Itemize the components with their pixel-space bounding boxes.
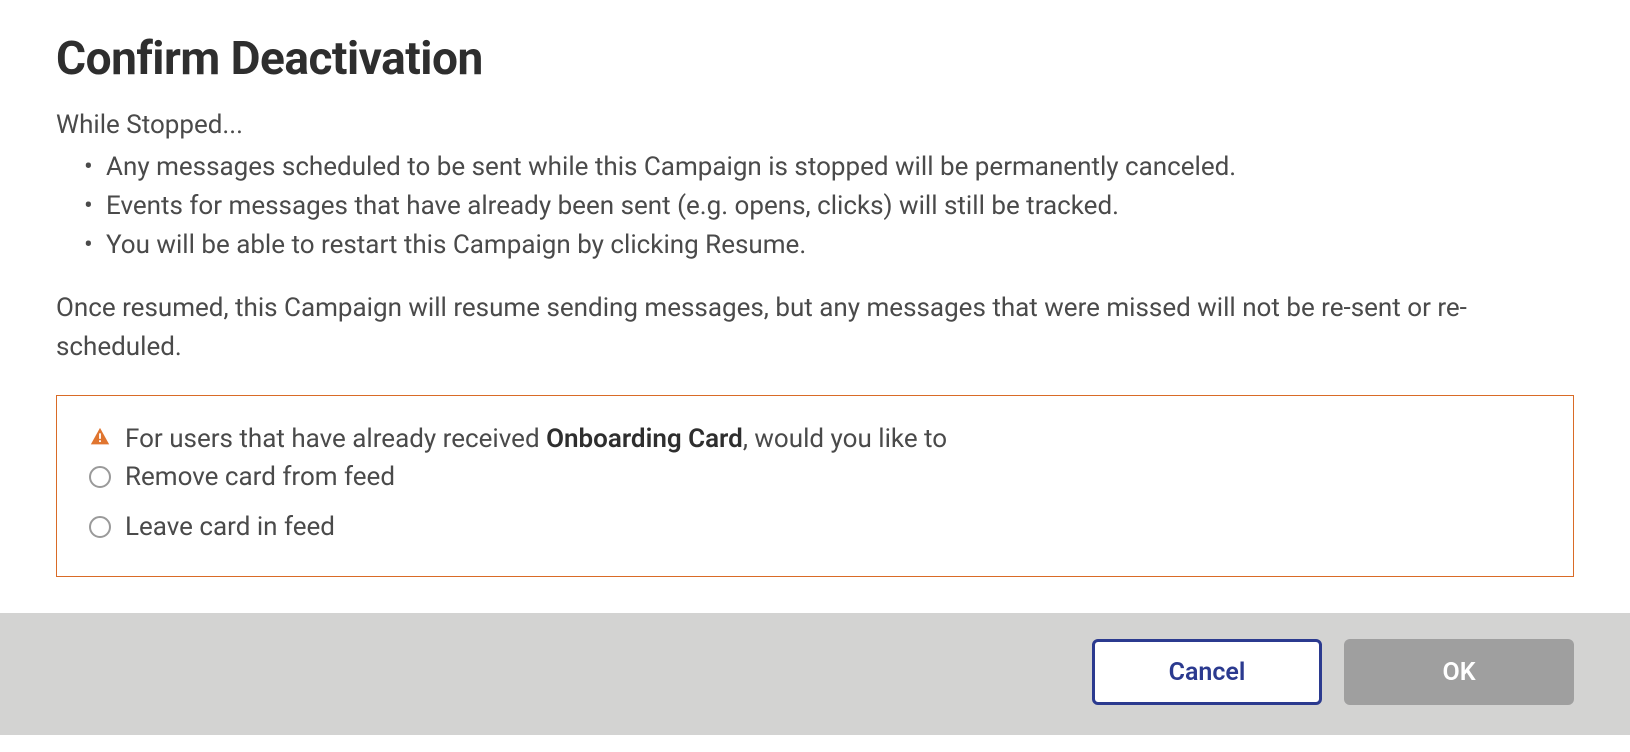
dialog-footer: Cancel OK (0, 613, 1630, 735)
radio-option-leave[interactable]: Leave card in feed (89, 512, 1541, 542)
warning-suffix: , would you like to (743, 424, 947, 454)
bullet-list: Any messages scheduled to be sent while … (56, 148, 1574, 265)
warning-header: For users that have already received Onb… (89, 424, 1541, 454)
cancel-button[interactable]: Cancel (1092, 639, 1322, 705)
bullet-item: Events for messages that have already be… (84, 187, 1574, 226)
warning-box: For users that have already received Onb… (56, 395, 1574, 577)
dialog-title: Confirm Deactivation (56, 32, 1574, 86)
radio-circle-icon (89, 466, 111, 488)
radio-option-remove[interactable]: Remove card from feed (89, 462, 1541, 492)
warning-prompt: For users that have already received Onb… (125, 424, 947, 454)
intro-line: While Stopped... (56, 110, 1574, 140)
confirm-deactivation-dialog: Confirm Deactivation While Stopped... An… (0, 0, 1630, 735)
radio-circle-icon (89, 516, 111, 538)
warning-card-name: Onboarding Card (546, 424, 743, 454)
warning-prefix: For users that have already received (125, 424, 546, 454)
radio-label: Remove card from feed (125, 462, 395, 492)
dialog-content: Confirm Deactivation While Stopped... An… (0, 0, 1630, 613)
resume-note: Once resumed, this Campaign will resume … (56, 289, 1574, 367)
bullet-item: You will be able to restart this Campaig… (84, 226, 1574, 265)
ok-button[interactable]: OK (1344, 639, 1574, 705)
bullet-item: Any messages scheduled to be sent while … (84, 148, 1574, 187)
warning-triangle-icon (89, 426, 111, 452)
radio-label: Leave card in feed (125, 512, 335, 542)
